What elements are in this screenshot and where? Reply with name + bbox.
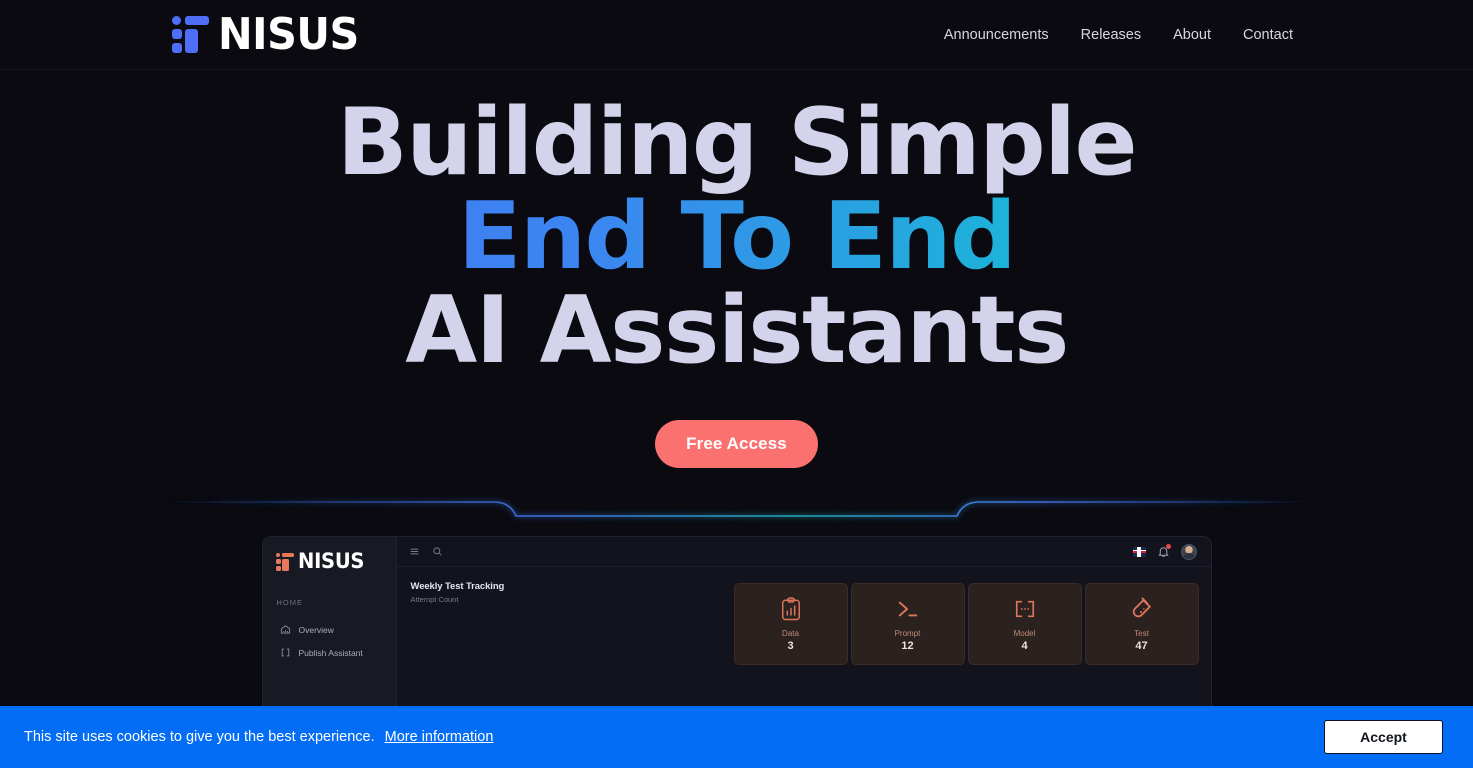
stat-card-model-value: 4 bbox=[1021, 640, 1028, 653]
clipboard-chart-icon bbox=[780, 596, 802, 622]
hero-section: Building Simple End To End AI Assistants… bbox=[0, 70, 1473, 469]
cookie-message: This site uses cookies to give you the b… bbox=[24, 729, 375, 745]
hero-headline-line-3: AI Assistants bbox=[405, 276, 1069, 385]
nav-item-contact[interactable]: Contact bbox=[1243, 27, 1293, 43]
brand-logo[interactable]: NISUS bbox=[172, 8, 368, 60]
stat-card-group: Data 3 Prompt 12 Model 4 Test 47 bbox=[733, 581, 1199, 726]
sidebar-item-overview[interactable]: Overview bbox=[263, 618, 396, 641]
sidebar-item-publish-assistant[interactable]: Publish Assistant bbox=[263, 641, 396, 664]
dashboard-preview: NISUS HOME Overview Publish Assistant We… bbox=[261, 536, 1212, 727]
stat-card-prompt-value: 12 bbox=[901, 640, 914, 653]
stat-card-test[interactable]: Test 47 bbox=[1084, 583, 1199, 666]
brackets-icon bbox=[280, 647, 291, 658]
stat-card-data-value: 3 bbox=[787, 640, 794, 653]
dashboard-brand-name: NISUS bbox=[297, 549, 364, 574]
nav-item-releases[interactable]: Releases bbox=[1081, 27, 1141, 43]
notification-badge bbox=[1165, 544, 1171, 550]
stat-card-data[interactable]: Data 3 bbox=[733, 583, 848, 666]
free-access-button[interactable]: Free Access bbox=[655, 420, 818, 469]
stat-card-data-label: Data bbox=[782, 629, 799, 639]
site-header: NISUS Announcements Releases About Conta… bbox=[0, 0, 1473, 70]
cookie-accept-button[interactable]: Accept bbox=[1324, 720, 1443, 754]
test-tube-icon bbox=[1130, 596, 1154, 622]
glow-divider bbox=[164, 496, 1309, 532]
dashboard-grid-logo-icon bbox=[275, 552, 294, 571]
nav-item-about[interactable]: About bbox=[1173, 27, 1211, 43]
landing-page: NISUS Announcements Releases About Conta… bbox=[0, 0, 1473, 768]
chart-title: Weekly Test Tracking bbox=[410, 581, 505, 593]
hamburger-icon[interactable] bbox=[409, 546, 420, 557]
hero-headline-line-2: End To End bbox=[0, 188, 1473, 283]
sidebar-item-overview-label: Overview bbox=[298, 624, 334, 635]
dashboard-main: Weekly Test Tracking Attempt Count Data … bbox=[396, 537, 1211, 726]
dashboard-window: NISUS HOME Overview Publish Assistant We… bbox=[261, 536, 1212, 727]
brand-name: NISUS bbox=[218, 8, 359, 60]
terminal-icon bbox=[896, 596, 920, 622]
cookie-more-information-link[interactable]: More information bbox=[385, 729, 494, 745]
chart-panel: Weekly Test Tracking Attempt Count bbox=[411, 581, 722, 726]
main-navigation: Announcements Releases About Contact bbox=[944, 27, 1293, 43]
sidebar-item-publish-assistant-label: Publish Assistant bbox=[298, 647, 363, 658]
glow-divider-line-icon bbox=[164, 501, 1309, 517]
dashboard-topbar bbox=[396, 537, 1211, 568]
nav-item-announcements[interactable]: Announcements bbox=[944, 27, 1049, 43]
stat-card-prompt-label: Prompt bbox=[894, 629, 921, 639]
uk-flag-icon[interactable] bbox=[1132, 546, 1146, 557]
search-icon[interactable] bbox=[432, 546, 443, 557]
cta-container: Free Access bbox=[0, 420, 1473, 469]
brackets-dots-icon bbox=[1013, 596, 1037, 622]
dashboard-body: Weekly Test Tracking Attempt Count Data … bbox=[397, 567, 1211, 726]
cookie-consent-banner: This site uses cookies to give you the b… bbox=[0, 706, 1473, 768]
dashboard-sidebar: NISUS HOME Overview Publish Assistant bbox=[262, 537, 397, 727]
notification-bell-icon[interactable] bbox=[1157, 544, 1171, 558]
chart-subtitle: Attempt Count bbox=[410, 595, 459, 605]
sidebar-section-label-home: HOME bbox=[276, 598, 303, 608]
user-avatar[interactable] bbox=[1180, 543, 1197, 560]
topbar-right-icons bbox=[1132, 543, 1197, 560]
stat-card-test-label: Test bbox=[1134, 629, 1149, 639]
hero-headline-line-1: Building Simple bbox=[336, 88, 1138, 196]
stat-card-prompt[interactable]: Prompt 12 bbox=[850, 583, 965, 666]
nisus-grid-logo-icon bbox=[172, 16, 209, 53]
stat-card-model[interactable]: Model 4 bbox=[967, 583, 1082, 666]
stat-card-model-label: Model bbox=[1013, 629, 1036, 639]
topbar-left-icons bbox=[409, 546, 443, 557]
stat-card-test-value: 47 bbox=[1135, 640, 1148, 653]
overview-icon bbox=[280, 624, 291, 635]
dashboard-brand-logo[interactable]: NISUS bbox=[263, 551, 396, 572]
